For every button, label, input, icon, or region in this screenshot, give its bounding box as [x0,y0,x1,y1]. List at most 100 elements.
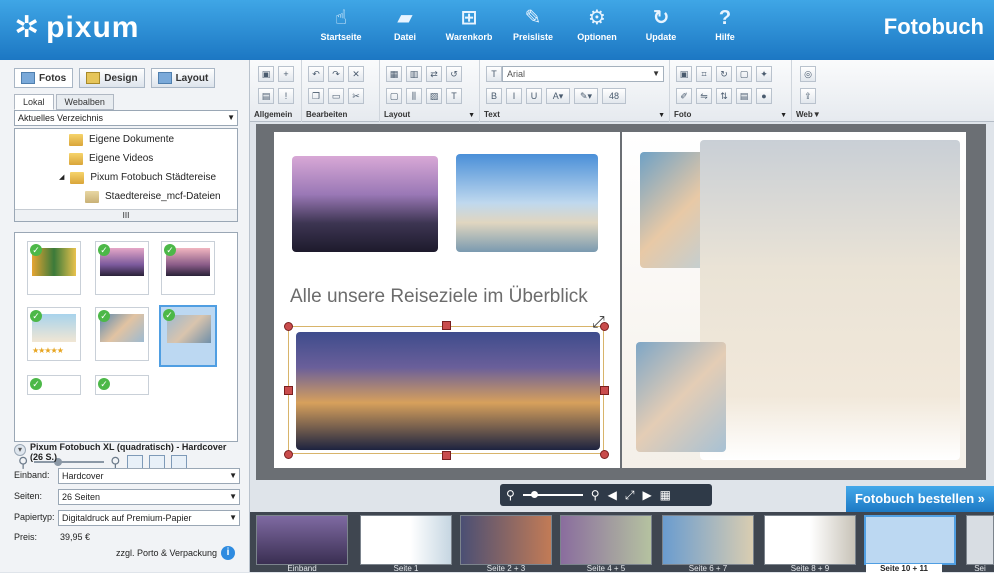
brush-icon[interactable]: ✐ [676,88,692,104]
check-design-icon[interactable]: ! [278,88,294,104]
tree-item[interactable]: Eigene Dokumente [69,131,174,149]
info-icon[interactable]: i [221,546,236,560]
resize-handle[interactable] [442,321,451,330]
resize-handle[interactable] [284,322,293,331]
tab-webalben[interactable]: Webalben [55,94,114,110]
resize-handle[interactable] [600,386,609,395]
next-page-icon[interactable]: ▶ [642,488,651,502]
undo-icon[interactable]: ↶ [308,66,324,82]
web-icon[interactable]: ◎ [800,66,816,82]
zoom-out-icon[interactable]: ⚲ [506,488,515,502]
photo-thumb[interactable]: ✓ ★★★★★ [27,307,81,361]
nav-update[interactable]: ↻ Update [638,4,684,42]
layout-add-icon[interactable]: ▦ [386,66,402,82]
font-size-field[interactable]: 48 [602,88,626,104]
zoom-in-icon[interactable]: ⚲ [591,488,600,502]
mirror-icon[interactable]: ⇅ [716,88,732,104]
new-page-icon[interactable]: + [278,66,294,82]
fit-page-icon[interactable]: ⤢ [625,488,635,503]
page-thumb-10-11[interactable] [864,515,956,565]
crop-icon[interactable]: ⌗ [696,66,712,82]
web-dropdown[interactable]: Web▼ [796,110,821,119]
page-thumb-8-9[interactable] [764,515,856,565]
resize-handle[interactable] [284,450,293,459]
directory-select[interactable]: Aktuelles Verzeichnis ▼ [14,110,238,126]
paste-icon[interactable]: ▭ [328,88,344,104]
rotate-icon[interactable]: ↻ [716,66,732,82]
page-thumb-4-5[interactable] [560,515,652,565]
photo-thumb[interactable]: ✓ [27,241,81,295]
order-button[interactable]: Fotobuch bestellen » [846,486,994,512]
chevron-down-icon[interactable]: ▼ [468,112,475,119]
layout-text-icon[interactable]: T [446,88,462,104]
bold-icon[interactable]: B [486,88,502,104]
page-add-icon[interactable]: ▦ [660,488,671,502]
web-share-icon[interactable]: ⇪ [800,88,816,104]
color-icon[interactable]: ● [756,88,772,104]
font-select[interactable]: Arial ▼ [502,66,664,82]
resize-handle[interactable] [600,450,609,459]
tree-item[interactable]: Eigene Videos [69,150,153,168]
print-icon[interactable]: ▤ [258,88,274,104]
tree-item[interactable]: ◢ Pixum Fotobuch Städtereise [59,169,216,187]
chevron-down-icon[interactable]: ▼ [780,112,787,119]
nav-preisliste[interactable]: ✎ Preisliste [510,4,556,42]
photo-thumb[interactable]: ✓ [95,375,149,395]
tree-item[interactable]: Staedtereise_mcf-Dateien [85,188,221,206]
page-thumb-1[interactable] [360,515,452,565]
page-thumb-6-7[interactable] [662,515,754,565]
highlight-icon[interactable]: ✎▾ [574,88,598,104]
photo-thumb-selected[interactable]: ✓ [159,305,217,367]
tab-fotos[interactable]: Fotos [14,68,74,88]
italic-icon[interactable]: I [506,88,522,104]
layout-swap-icon[interactable]: ⇄ [426,66,442,82]
photo-thumb[interactable]: ✓ [95,307,149,361]
collapse-icon[interactable]: ▾ [14,444,26,456]
page-zoom-slider[interactable] [522,491,583,498]
nav-warenkorb[interactable]: ⊞ Warenkorb [446,4,493,42]
nav-datei[interactable]: ▰ Datei [382,4,428,42]
layout-frame-icon[interactable]: ▢ [386,88,402,104]
save-icon[interactable]: ▣ [258,66,274,82]
font-color-icon[interactable]: A▾ [546,88,570,104]
photo-thumb[interactable]: ✓ [95,241,149,295]
flip-icon[interactable]: ⇋ [696,88,712,104]
photo-kids-beach[interactable] [700,140,960,460]
nav-hilfe[interactable]: ? Hilfe [702,4,748,42]
einband-select[interactable]: Hardcover ▼ [58,468,240,484]
layout-grid-icon[interactable]: ▥ [406,66,422,82]
photo-icon[interactable]: ▣ [676,66,692,82]
photo-skyline[interactable] [292,156,438,252]
layout-image-icon[interactable]: ▨ [426,88,442,104]
seiten-select[interactable]: 26 Seiten ▼ [58,489,240,505]
nav-startseite[interactable]: ☝ Startseite [318,4,364,42]
page-thumb-2-3[interactable] [460,515,552,565]
chevron-down-icon[interactable]: ▼ [658,112,665,119]
page-thumb-12[interactable] [966,515,994,565]
nav-optionen[interactable]: ⚙ Optionen [574,4,620,42]
tree-hscrollbar[interactable]: III [15,209,237,221]
layout-columns-icon[interactable]: ⫼ [406,88,422,104]
copy-icon[interactable]: ❐ [308,88,324,104]
delete-icon[interactable]: ✕ [348,66,364,82]
prev-page-icon[interactable]: ◀ [608,488,617,502]
page-title-text[interactable]: Alle unsere Reiseziele im Überblick [290,286,588,308]
effect-icon[interactable]: ✦ [756,66,772,82]
tab-design[interactable]: Design [79,68,145,88]
photo-tower[interactable] [456,154,598,252]
redo-icon[interactable]: ↷ [328,66,344,82]
photo-thumb[interactable]: ✓ [27,375,81,395]
underline-icon[interactable]: U [526,88,542,104]
text-tool-icon[interactable]: T [486,66,502,82]
resize-handle[interactable] [284,386,293,395]
resize-handle[interactable] [442,451,451,460]
papier-select[interactable]: Digitaldruck auf Premium-Papier ▼ [58,510,240,526]
page-thumb-einband[interactable] [256,515,348,565]
resize-arrows-icon[interactable]: ⤢ [592,314,605,332]
tab-lokal[interactable]: Lokal [14,94,54,110]
cut-icon[interactable]: ✂ [348,88,364,104]
photo-thumb[interactable]: ✓ [161,241,215,295]
filter-icon[interactable]: ▤ [736,88,752,104]
layout-reset-icon[interactable]: ↺ [446,66,462,82]
frame-icon[interactable]: ▢ [736,66,752,82]
